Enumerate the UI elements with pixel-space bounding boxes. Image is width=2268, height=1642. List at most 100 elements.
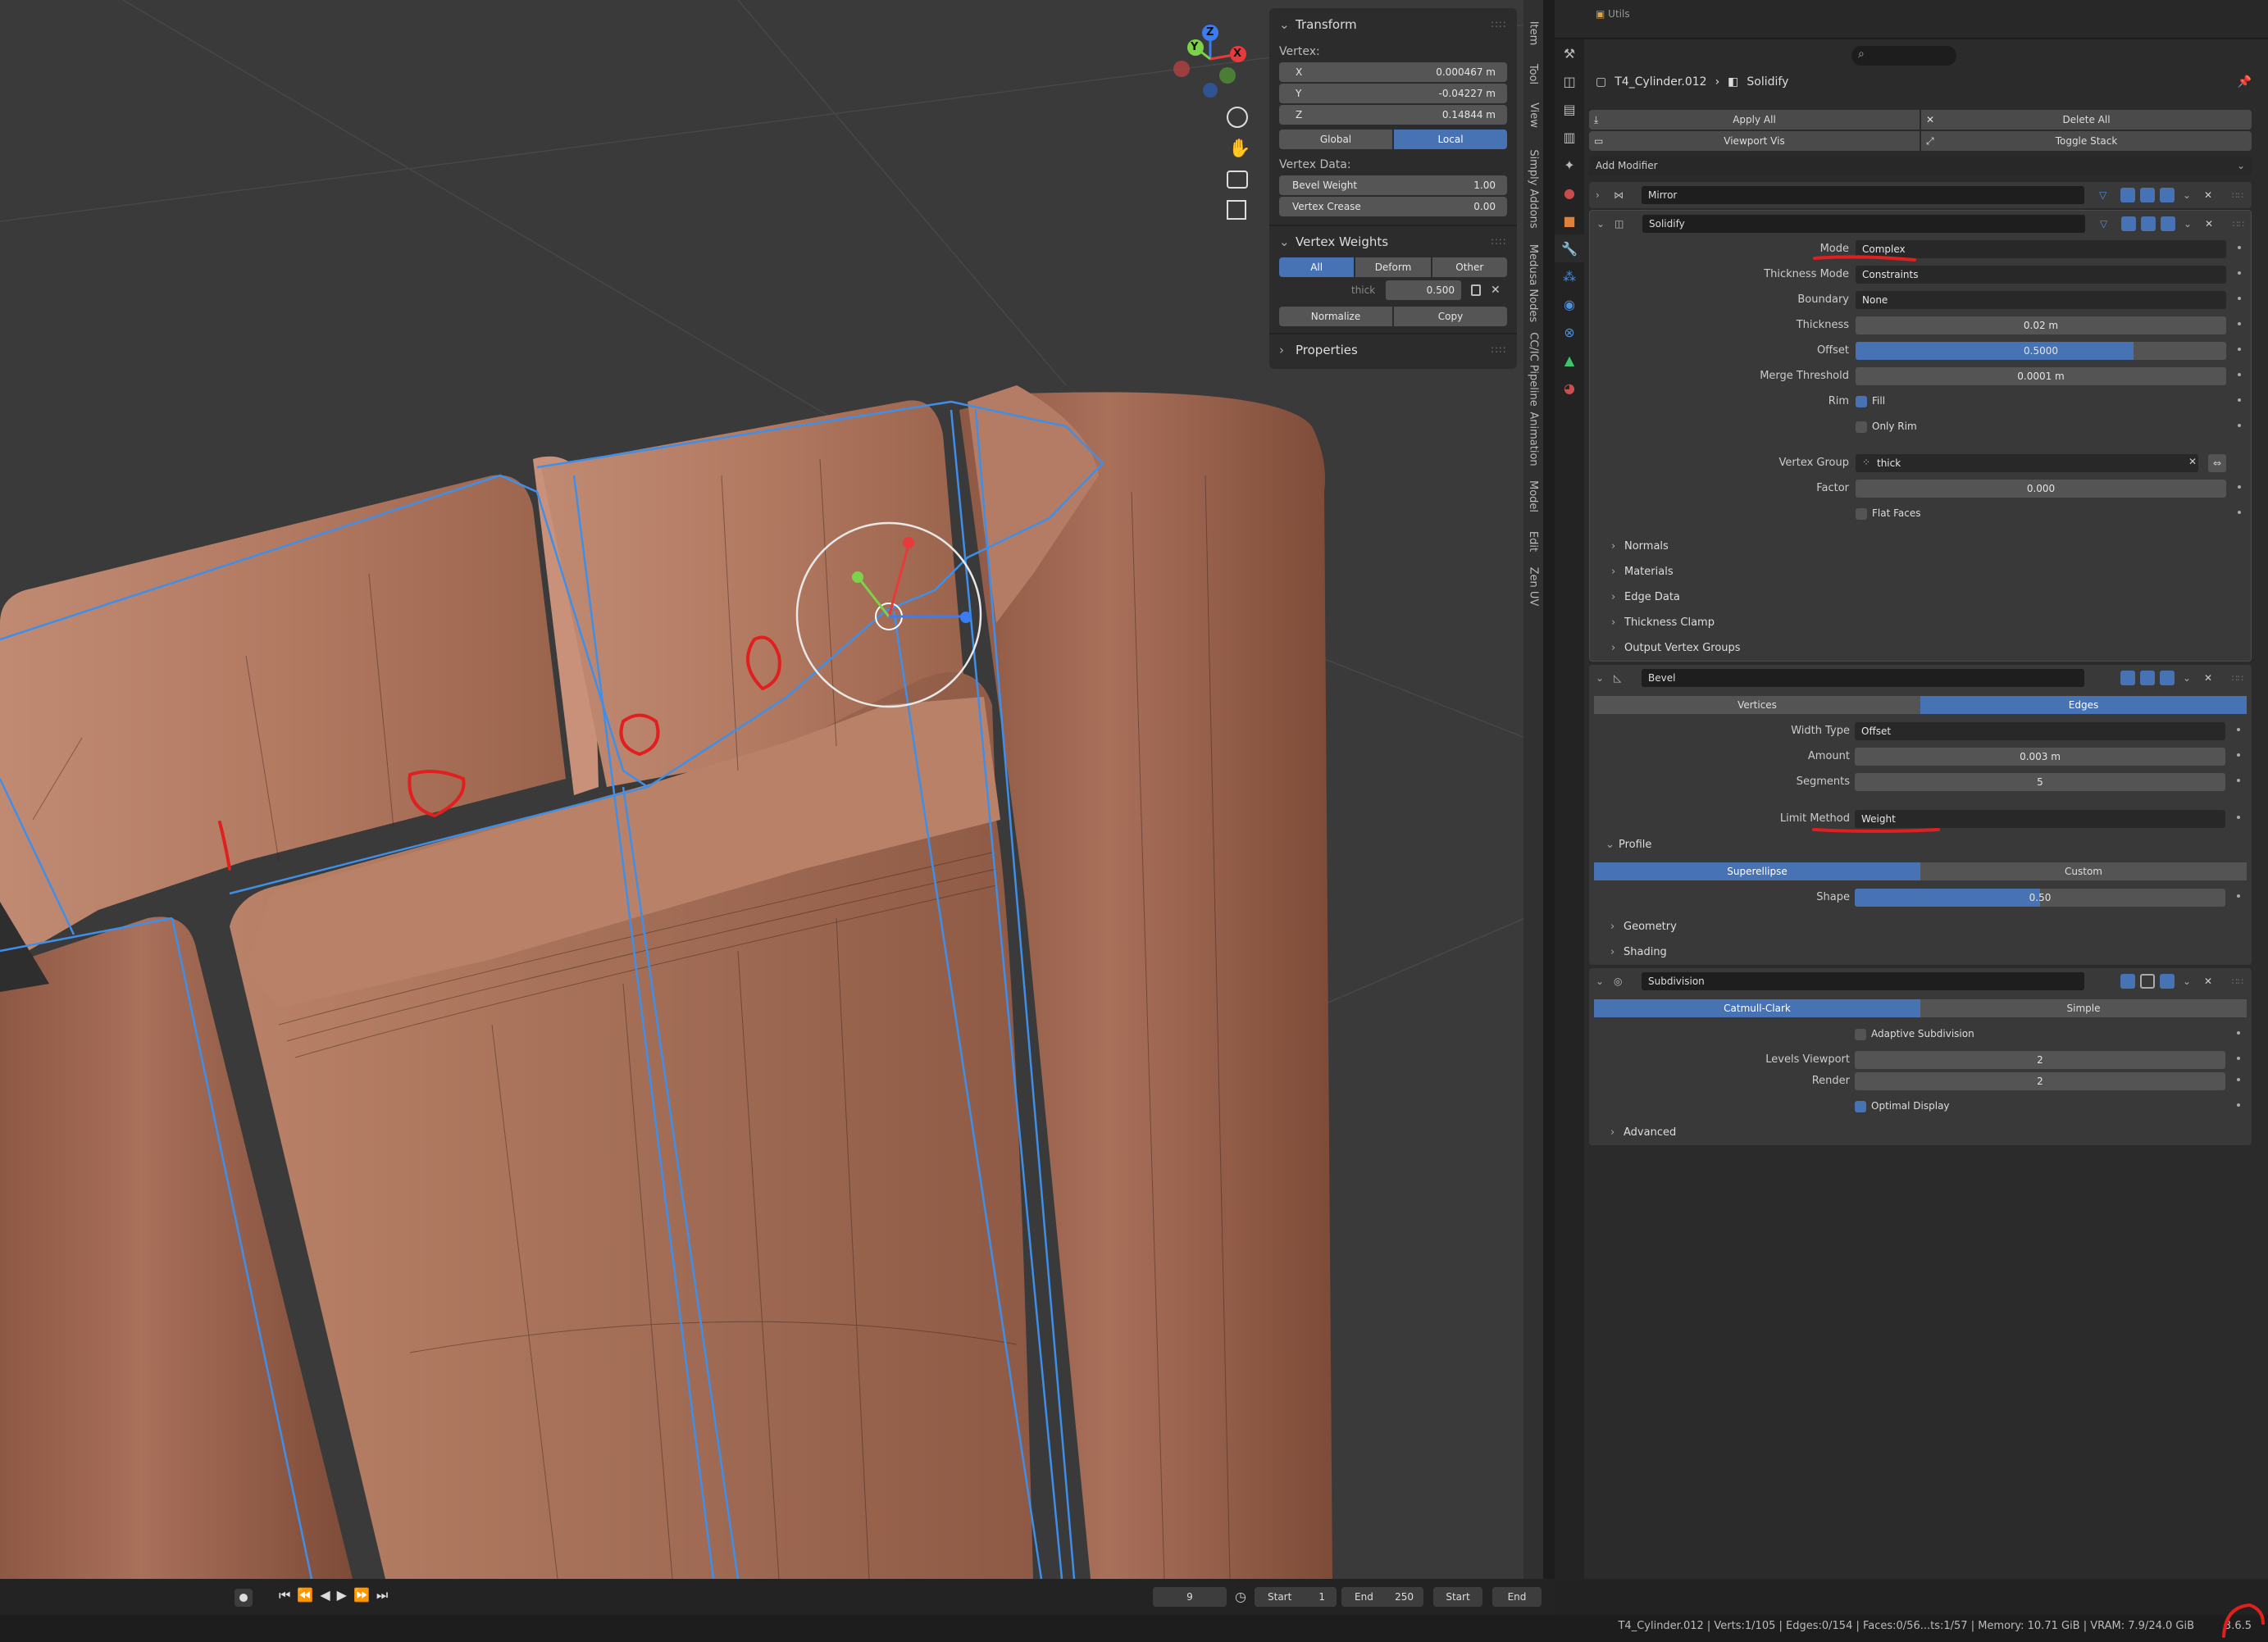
weights-all-button[interactable]: All <box>1279 257 1355 277</box>
tab-simply-addons[interactable]: Simply Addons <box>1523 139 1543 238</box>
local-button[interactable]: Local <box>1394 130 1507 149</box>
keyframe-dot[interactable] <box>2238 398 2241 402</box>
bevel-name-field[interactable]: Bevel <box>1642 669 2084 687</box>
keyframe-dot[interactable] <box>2238 373 2241 376</box>
keyframe-dot[interactable] <box>2238 271 2241 275</box>
render-toggle-icon[interactable] <box>2161 216 2175 231</box>
record-button[interactable] <box>235 1589 253 1607</box>
factor-field[interactable]: 0.000 <box>1856 480 2226 498</box>
world-tab-icon[interactable]: ● <box>1555 179 1584 207</box>
edit-mode-toggle-icon[interactable]: ▽ <box>2099 189 2106 201</box>
copy-button[interactable]: Copy <box>1394 307 1507 326</box>
keyframe-dot[interactable] <box>2237 894 2240 898</box>
only-rim-checkbox[interactable] <box>1856 421 1867 433</box>
keyframe-dot[interactable] <box>2237 1057 2240 1060</box>
tab-tool[interactable]: Tool <box>1523 57 1543 90</box>
keyframe-dot[interactable] <box>2237 1103 2240 1107</box>
normals-subpanel[interactable]: › Normals <box>1590 534 2251 559</box>
catmull-clark-tab[interactable]: Catmull-Clark <box>1594 999 1920 1017</box>
current-frame-field[interactable]: 9 <box>1153 1587 1227 1607</box>
physics-tab-icon[interactable]: ◉ <box>1555 290 1584 318</box>
play-reverse-icon[interactable]: ◀ <box>320 1587 336 1603</box>
drag-handle-icon[interactable]: ∷∷ <box>2233 219 2244 230</box>
mirror-name-field[interactable]: Mirror <box>1642 186 2084 204</box>
view-layer-tab-icon[interactable]: ▥ <box>1555 123 1584 151</box>
delete-all-button[interactable]: ✕ Delete All <box>1921 110 2252 130</box>
next-keyframe-icon[interactable]: ⏩ <box>353 1587 376 1603</box>
vertices-tab[interactable]: Vertices <box>1594 696 1920 714</box>
drag-handle-icon[interactable]: ∷∷ <box>2232 976 2243 987</box>
keyframe-dot[interactable] <box>2237 779 2240 782</box>
tab-edit[interactable]: Edit <box>1523 525 1543 557</box>
material-tab-icon[interactable]: ◕ <box>1555 374 1584 402</box>
drag-handle-icon[interactable]: ∷∷ <box>1492 344 1507 356</box>
render-levels-field[interactable]: 2 <box>1855 1072 2225 1090</box>
drag-handle-icon[interactable]: ∷∷ <box>1492 19 1507 30</box>
cage-toggle-icon[interactable] <box>2120 188 2135 202</box>
render-toggle-icon[interactable] <box>2160 974 2175 989</box>
viewport-toggle-icon[interactable] <box>2140 974 2155 989</box>
drag-handle-icon[interactable]: ∷∷ <box>2232 673 2243 684</box>
end-button[interactable]: End <box>1492 1587 1542 1607</box>
keyframe-dot[interactable] <box>2238 322 2241 325</box>
tab-animation[interactable]: Animation <box>1523 410 1543 467</box>
normalize-button[interactable]: Normalize <box>1279 307 1392 326</box>
subdivision-name-field[interactable]: Subdivision <box>1642 972 2084 990</box>
chevron-down-icon[interactable]: ⌄ <box>1596 218 1605 230</box>
tab-model[interactable]: Model <box>1523 475 1543 516</box>
bevel-weight-field[interactable]: Bevel Weight 1.00 <box>1279 175 1507 195</box>
close-icon[interactable]: ✕ <box>2204 976 2212 987</box>
play-icon[interactable]: ▶ <box>337 1587 353 1603</box>
pin-icon[interactable]: 📌 <box>2238 75 2252 89</box>
simple-tab[interactable]: Simple <box>1920 999 2247 1017</box>
keyframe-dot[interactable] <box>2238 485 2241 489</box>
viewport-toggle-icon[interactable] <box>2140 188 2155 202</box>
cage-toggle-icon[interactable] <box>2120 671 2135 685</box>
chevron-down-icon[interactable]: ⌄ <box>2183 976 2191 987</box>
thickness-field[interactable]: 0.02 m <box>1856 316 2226 334</box>
vertex-z-field[interactable]: Z 0.14844 m <box>1279 105 1507 125</box>
tab-cc-ic-pipeline[interactable]: CC/IC Pipeline <box>1523 328 1543 410</box>
render-toggle-icon[interactable] <box>2160 188 2175 202</box>
playback-controls[interactable]: ⏮⏪◀▶⏩⏭ <box>279 1587 394 1607</box>
apply-all-button[interactable]: ⤓ Apply All <box>1589 110 1920 130</box>
materials-subpanel[interactable]: › Materials <box>1590 559 2251 584</box>
tab-zen-uv[interactable]: Zen UV <box>1523 566 1543 607</box>
output-vertex-groups-subpanel[interactable]: › Output Vertex Groups <box>1590 635 2251 661</box>
levels-viewport-field[interactable]: 2 <box>1855 1051 2225 1069</box>
drag-handle-icon[interactable]: ∷∷ <box>2232 190 2243 201</box>
close-icon[interactable]: ✕ <box>2204 189 2212 201</box>
vertex-y-field[interactable]: Y -0.04227 m <box>1279 84 1507 103</box>
boundary-dropdown[interactable]: None <box>1856 291 2226 309</box>
geometry-subpanel[interactable]: › Geometry <box>1589 914 2252 939</box>
chevron-down-icon[interactable]: ⌄ <box>2184 218 2192 230</box>
modifier-tab-icon[interactable]: 🔧 <box>1555 234 1584 262</box>
prev-keyframe-icon[interactable]: ⏪ <box>297 1587 320 1603</box>
keyframe-dot[interactable] <box>2238 348 2241 351</box>
thickness-mode-dropdown[interactable]: Constraints <box>1856 266 2226 284</box>
offset-slider[interactable]: 0.5000 <box>1856 342 2226 360</box>
edges-tab[interactable]: Edges <box>1920 696 2247 714</box>
merge-threshold-field[interactable]: 0.0001 m <box>1856 367 2226 385</box>
3d-viewport[interactable]: X Y Z ✋ ⌄ Transform ∷∷ Vertex: X 0.000467 m… <box>0 0 1525 1579</box>
add-modifier-dropdown[interactable]: Add Modifier ⌄ <box>1589 156 2252 175</box>
paste-icon[interactable] <box>1471 284 1481 296</box>
vertex-weights-header[interactable]: ⌄ Vertex Weights ∷∷ <box>1269 225 1517 257</box>
transform-panel-header[interactable]: ⌄ Transform ∷∷ <box>1269 8 1517 41</box>
keyframe-dot[interactable] <box>2238 511 2241 514</box>
solidify-name-field[interactable]: Solidify <box>1642 215 2085 233</box>
segments-field[interactable]: 5 <box>1855 773 2225 791</box>
tool-tab-icon[interactable]: ⚒ <box>1555 39 1584 67</box>
clock-icon[interactable]: ◷ <box>1235 1589 1246 1604</box>
chevron-down-icon[interactable]: ⌄ <box>1596 976 1604 987</box>
close-icon[interactable]: ✕ <box>1491 280 1501 300</box>
keyframe-dot[interactable] <box>2238 424 2241 427</box>
particles-tab-icon[interactable]: ⁂ <box>1555 262 1584 290</box>
data-tab-icon[interactable]: ▲ <box>1555 346 1584 374</box>
cage-toggle-icon[interactable] <box>2120 974 2135 989</box>
width-type-dropdown[interactable]: Offset <box>1855 722 2225 740</box>
chevron-down-icon[interactable]: ⌄ <box>2183 672 2191 684</box>
weights-deform-button[interactable]: Deform <box>1355 257 1431 277</box>
search-input[interactable]: ⌕ <box>1851 46 1956 66</box>
properties-scrollbar[interactable] <box>2257 39 2268 1579</box>
